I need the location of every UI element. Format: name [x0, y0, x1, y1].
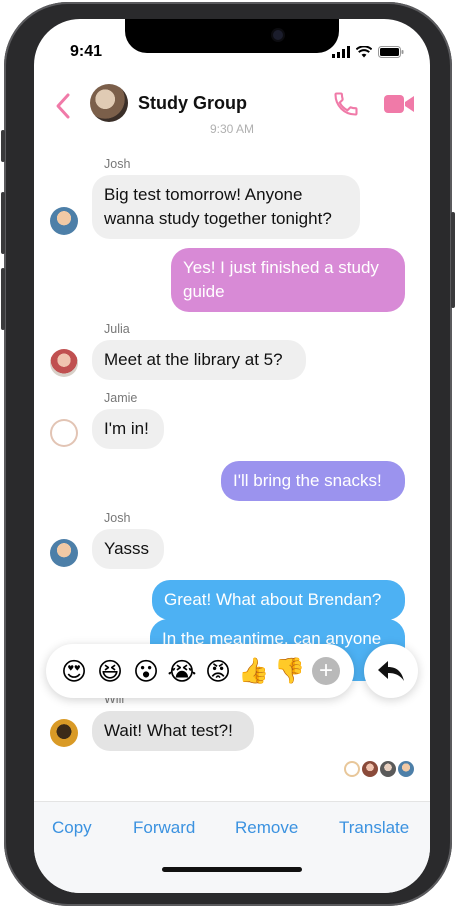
remove-button[interactable]: Remove — [235, 818, 298, 838]
message-bubble-incoming[interactable]: I'm in! — [92, 409, 164, 449]
reply-button[interactable] — [364, 644, 418, 698]
laughing-emoji-icon[interactable]: 😆 — [94, 657, 126, 686]
screen: 9:41 Study Group 9:30 AM Josh Big test t… — [34, 19, 430, 893]
message-bubble-incoming[interactable]: Big test tomorrow! Anyone wanna study to… — [92, 175, 360, 239]
heart-eyes-emoji-icon[interactable]: 😍 — [58, 657, 90, 686]
angry-emoji-icon[interactable]: 😡 — [202, 657, 234, 686]
read-receipts — [344, 761, 414, 777]
read-avatar — [398, 761, 414, 777]
thumbs-up-emoji-icon[interactable]: 👍 — [238, 656, 270, 686]
message-text-line: guide — [183, 282, 225, 301]
sender-name: Jamie — [104, 391, 138, 405]
mute-switch — [1, 130, 5, 162]
message-text-line: Great! What about Brendan? — [164, 590, 382, 609]
message-bubble-outgoing[interactable]: I'll bring the snacks! — [221, 461, 405, 501]
message-bubble-outgoing[interactable]: Great! What about Brendan? — [152, 580, 405, 620]
message-text-line: Wait! What test?! — [104, 721, 233, 740]
message-bubble-incoming[interactable]: Yasss — [92, 529, 164, 569]
surprised-emoji-icon[interactable]: 😮 — [130, 657, 162, 686]
read-avatar — [362, 761, 378, 777]
reaction-picker: 😍 😆 😮 😭 😡 👍 👎 + — [46, 644, 354, 698]
message-bubble-outgoing[interactable]: Yes! I just finished a study guide — [171, 248, 405, 312]
volume-up-button — [1, 192, 5, 254]
message-text-line: Yasss — [104, 539, 150, 558]
message-text-line: I'll bring the snacks! — [233, 471, 382, 490]
avatar-josh[interactable] — [50, 207, 78, 235]
message-text-line: I'm in! — [104, 419, 149, 438]
avatar-josh[interactable] — [50, 539, 78, 567]
add-reaction-button[interactable]: + — [312, 657, 340, 685]
message-bubble-incoming[interactable]: Meet at the library at 5? — [92, 340, 306, 380]
message-text-line: Meet at the library at 5? — [104, 350, 283, 369]
message-text-line: wanna study together tonight? — [104, 209, 332, 228]
sender-name: Josh — [104, 157, 131, 171]
forward-button[interactable]: Forward — [133, 818, 195, 838]
read-avatar — [344, 761, 360, 777]
sender-name: Julia — [104, 322, 130, 336]
message-bubble-incoming[interactable]: Wait! What test?! — [92, 711, 254, 751]
avatar-jamie[interactable] — [50, 419, 78, 447]
sender-name: Josh — [104, 511, 131, 525]
crying-emoji-icon[interactable]: 😭 — [166, 657, 198, 686]
power-button — [451, 212, 455, 308]
thumbs-down-emoji-icon[interactable]: 👎 — [274, 656, 306, 686]
avatar-julia[interactable] — [50, 349, 78, 377]
message-text-line: Yes! I just finished a study — [183, 258, 379, 277]
avatar-will[interactable] — [50, 719, 78, 747]
reply-arrow-icon — [378, 661, 404, 681]
message-text-line: Big test tomorrow! Anyone — [104, 185, 303, 204]
phone-frame: 9:41 Study Group 9:30 AM Josh Big test t… — [1, 2, 455, 906]
read-avatar — [380, 761, 396, 777]
home-indicator[interactable] — [162, 867, 302, 872]
message-action-bar: Copy Forward Remove Translate — [34, 801, 430, 893]
translate-button[interactable]: Translate — [339, 818, 409, 838]
volume-down-button — [1, 268, 5, 330]
copy-button[interactable]: Copy — [52, 818, 92, 838]
